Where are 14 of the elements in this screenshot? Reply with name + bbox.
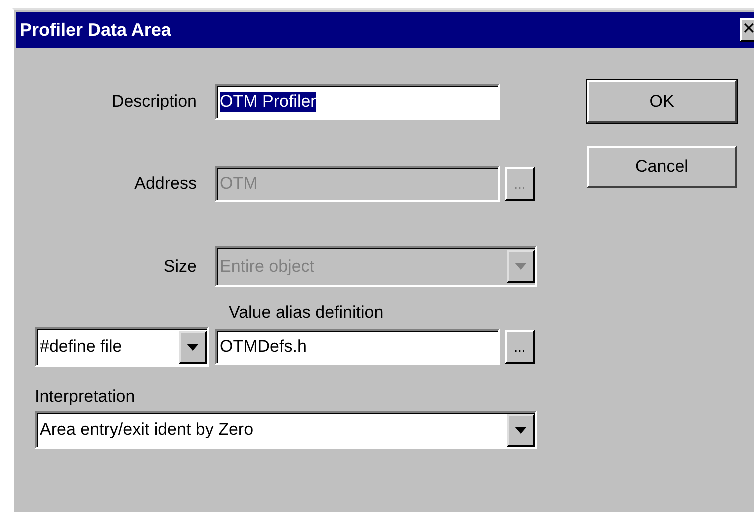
alias-type-dropdown[interactable]: #define file <box>35 327 209 367</box>
alias-file-field[interactable]: OTMDefs.h <box>215 329 500 365</box>
size-label: Size <box>162 256 198 276</box>
interpretation-label: Interpretation <box>35 387 136 406</box>
window-title: Profiler Data Area <box>20 20 172 40</box>
description-label: Description <box>110 92 198 112</box>
dialog-button[interactable]: OK <box>587 80 737 123</box>
interpretation-dropdown[interactable]: Area entry/exit ident by Zero <box>35 411 537 449</box>
browse-button[interactable]: ... <box>505 330 535 364</box>
dialog-button[interactable]: Cancel <box>587 146 737 188</box>
description-field[interactable]: OTM Profiler <box>215 84 500 120</box>
close-button[interactable]: ✕ <box>740 18 754 42</box>
value-alias-label: Value alias definition <box>229 303 384 322</box>
address-label: Address <box>134 174 198 194</box>
